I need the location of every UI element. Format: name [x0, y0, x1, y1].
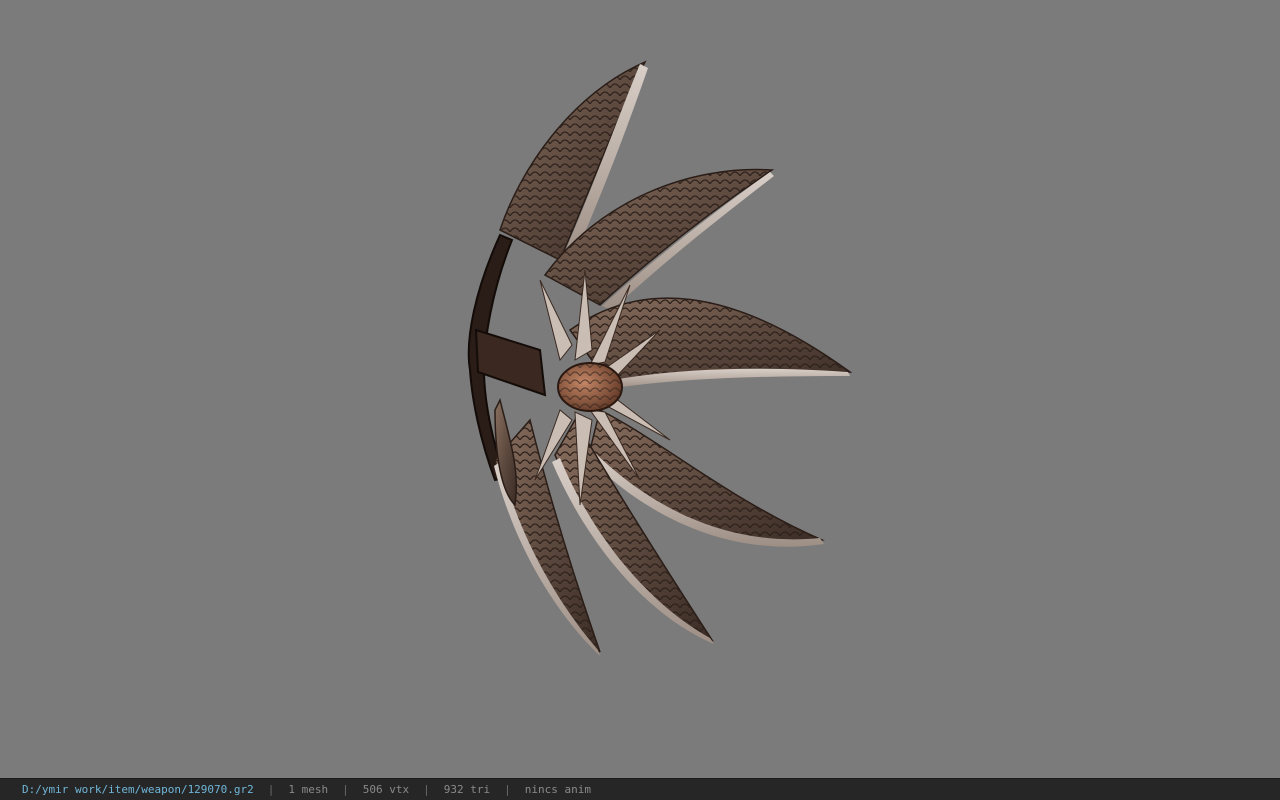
upper-wing-feathers — [499, 60, 853, 388]
separator: | — [267, 783, 275, 796]
triangle-count: 932 tri — [443, 783, 491, 796]
separator: | — [504, 783, 511, 796]
file-path: D:/ymir work/item/weapon/129070.gr2 — [22, 783, 254, 796]
center-gem — [557, 362, 623, 412]
3d-viewport[interactable] — [0, 0, 1280, 778]
anim-status: nincs anim — [524, 783, 591, 796]
lower-wing-feathers — [494, 397, 825, 656]
status-bar: D:/ymir work/item/weapon/129070.gr2 | 1 me… — [0, 778, 1280, 800]
weapon-model[interactable] — [0, 0, 1280, 778]
vertex-count: 506 vtx — [362, 783, 410, 796]
mesh-count: 1 mesh — [288, 783, 329, 796]
separator: | — [423, 783, 430, 796]
separator: | — [342, 783, 349, 796]
